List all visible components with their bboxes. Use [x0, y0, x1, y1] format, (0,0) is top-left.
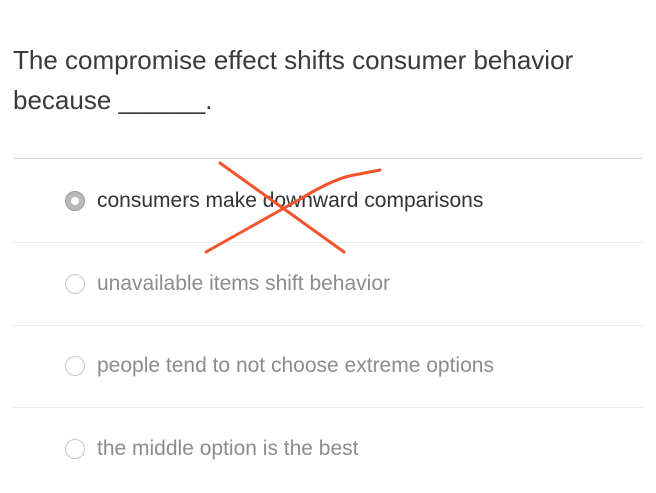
answer-option-1[interactable]: consumers make downward comparisons: [13, 160, 643, 243]
answer-option-label: consumers make downward comparisons: [97, 189, 484, 212]
answer-option-label: the middle option is the best: [97, 437, 359, 460]
question-text: The compromise effect shifts consumer be…: [13, 45, 574, 115]
radio-button[interactable]: [65, 274, 85, 294]
radio-button[interactable]: [65, 439, 85, 459]
question-divider: [13, 158, 643, 159]
answer-option-3[interactable]: people tend to not choose extreme option…: [13, 325, 643, 408]
answer-option-4[interactable]: the middle option is the best: [13, 408, 643, 490]
radio-button-selected[interactable]: [65, 191, 85, 211]
answer-option-2[interactable]: unavailable items shift behavior: [13, 243, 643, 326]
radio-button[interactable]: [65, 356, 85, 376]
answer-option-label: unavailable items shift behavior: [97, 272, 390, 295]
answer-option-label: people tend to not choose extreme option…: [97, 354, 494, 377]
